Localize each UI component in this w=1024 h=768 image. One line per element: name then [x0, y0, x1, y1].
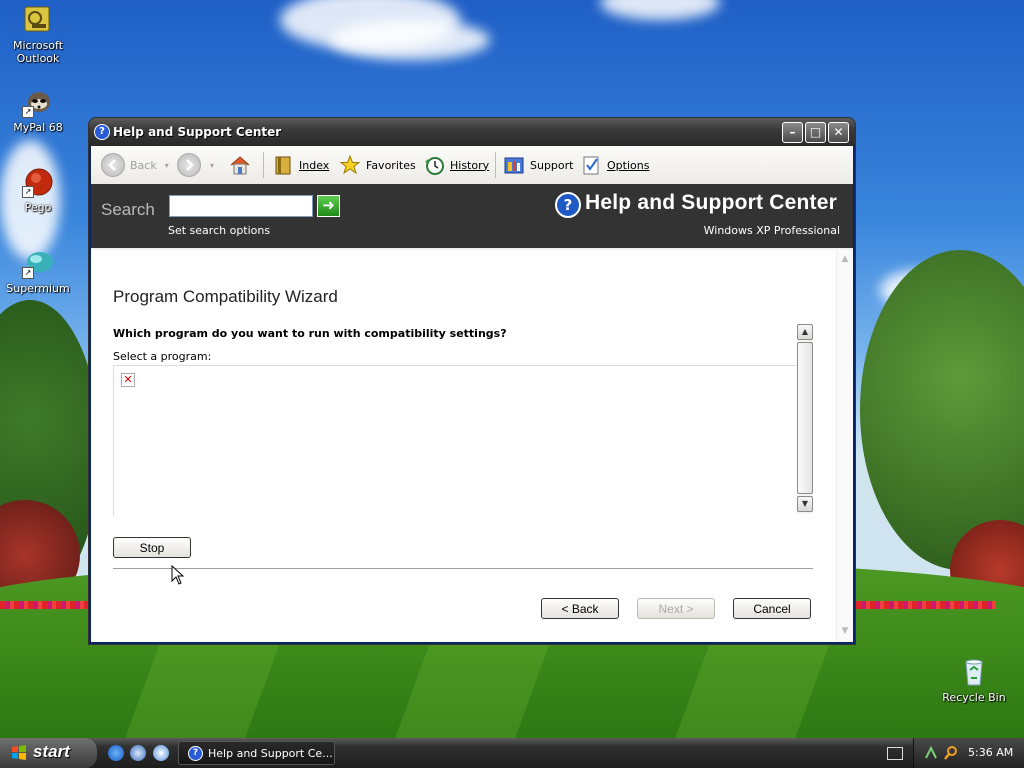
desktop-icon-label: Microsoft Outlook — [12, 39, 64, 65]
cloud — [600, 0, 720, 20]
cancel-button[interactable]: Cancel — [733, 598, 811, 619]
wizard-question: Which program do you want to run with co… — [113, 327, 507, 340]
home-button[interactable] — [229, 153, 256, 177]
start-button[interactable]: start — [0, 738, 97, 768]
help-question-icon: ? — [555, 192, 581, 218]
desktop-icon-supermium[interactable]: ↗ Supermium — [3, 247, 73, 295]
back-button[interactable]: Back ▾ — [101, 153, 169, 177]
window-title: Help and Support Center — [113, 125, 282, 139]
search-go-button[interactable]: ➜ — [317, 195, 340, 217]
media-player-icon[interactable] — [153, 745, 169, 761]
help-icon: ? — [94, 124, 110, 140]
broken-image-icon: ✕ — [121, 373, 135, 387]
cloud — [330, 20, 490, 60]
shortcut-arrow-icon: ↗ — [22, 267, 34, 279]
scroll-thumb[interactable] — [797, 342, 813, 494]
home-icon — [229, 154, 251, 176]
star-icon — [339, 154, 361, 176]
set-search-options-link[interactable]: Set search options — [168, 224, 270, 237]
forward-arrow-icon — [177, 153, 201, 177]
maximize-button[interactable]: □ — [805, 122, 826, 143]
desktop-icon-label: Supermium — [6, 282, 70, 295]
system-tray: 5:36 AM — [913, 738, 1024, 768]
close-button[interactable]: ✕ — [828, 122, 849, 143]
header-title: Help and Support Center — [585, 191, 837, 214]
header-subtitle: Windows XP Professional — [703, 224, 840, 237]
support-button[interactable]: Support — [503, 153, 573, 177]
help-and-support-window: ? Help and Support Center – □ ✕ Back ▾ ▾ — [89, 118, 855, 644]
wizard-content: Program Compatibility Wizard Which progr… — [91, 250, 853, 642]
clock: 5:36 AM — [968, 746, 1014, 759]
desktop-icon-label: MyPal 68 — [13, 121, 63, 134]
scroll-up-arrow-icon[interactable]: ▲ — [839, 254, 851, 266]
raccoon-icon: ↗ — [22, 86, 54, 118]
scroll-down-arrow-icon[interactable]: ▼ — [797, 496, 813, 512]
taskbar-button-label: Help and Support Ce... — [208, 747, 333, 760]
search-input[interactable] — [169, 195, 313, 217]
search-magnifier-icon[interactable] — [943, 745, 959, 761]
desktop-icon-mypal[interactable]: ↗ MyPal 68 — [3, 86, 73, 134]
shortcut-arrow-icon: ↗ — [22, 186, 34, 198]
history-button[interactable]: History — [423, 153, 489, 177]
taskbar-button-help[interactable]: ? Help and Support Ce... — [178, 741, 335, 765]
search-header: Search ➜ Set search options ? Help and S… — [91, 184, 853, 248]
minimize-button[interactable]: – — [782, 122, 803, 143]
back-label: Back — [130, 158, 157, 172]
history-clock-icon — [423, 154, 445, 176]
scroll-down-arrow-icon[interactable]: ▼ — [839, 626, 851, 638]
start-label: start — [33, 742, 70, 761]
options-label: Options — [607, 158, 650, 172]
options-checklist-icon — [580, 154, 602, 176]
select-program-label: Select a program: — [113, 350, 212, 363]
stop-button[interactable]: Stop — [113, 537, 191, 558]
dropdown-arrow-icon[interactable]: ▾ — [165, 161, 169, 170]
wizard-title: Program Compatibility Wizard — [113, 287, 338, 306]
index-button[interactable]: Index — [272, 153, 329, 177]
taskbar: start ? Help and Support Ce... 5:36 AM — [0, 738, 1024, 768]
help-icon: ? — [188, 746, 203, 761]
desktop-icon-outlook[interactable]: Microsoft Outlook — [3, 4, 73, 65]
internet-explorer-icon[interactable] — [108, 745, 124, 761]
flower-bed — [856, 601, 996, 609]
forward-button[interactable]: ▾ — [177, 153, 214, 177]
desktop-icon-recycle-bin[interactable]: Recycle Bin — [939, 656, 1009, 704]
pego-icon: ↗ — [22, 166, 54, 198]
search-label: Search — [101, 200, 155, 219]
book-icon — [272, 154, 294, 176]
back-wizard-button[interactable]: < Back — [541, 598, 619, 619]
recycle-bin-icon — [958, 656, 990, 688]
scroll-up-arrow-icon[interactable]: ▲ — [797, 324, 813, 340]
support-label: Support — [530, 158, 574, 172]
desktop-icon-label: Recycle Bin — [942, 691, 1006, 704]
shortcut-arrow-icon: ↗ — [22, 106, 34, 118]
window-frame: Back ▾ ▾ Index Favorites History Support… — [91, 146, 853, 642]
toolbar-separator — [495, 152, 496, 178]
dropdown-arrow-icon[interactable]: ▾ — [210, 161, 214, 170]
program-list-scrollbar[interactable]: ▲ ▼ — [797, 324, 813, 514]
favorites-label: Favorites — [366, 158, 416, 172]
network-icon[interactable] — [924, 745, 938, 760]
options-button[interactable]: Options — [580, 153, 649, 177]
outlook-icon — [22, 4, 54, 36]
supermium-icon: ↗ — [22, 247, 54, 279]
toolbar: Back ▾ ▾ Index Favorites History Support… — [91, 146, 853, 185]
desktop-icon-pego[interactable]: ↗ Pego — [3, 166, 73, 214]
back-arrow-icon — [101, 153, 125, 177]
toolbar-separator — [263, 152, 264, 178]
index-label: Index — [299, 158, 330, 172]
quick-launch-icon[interactable] — [130, 745, 146, 761]
history-label: History — [450, 158, 490, 172]
desktop-icon-label: Pego — [24, 201, 52, 214]
page-scrollbar[interactable]: ▲ ▼ — [836, 250, 853, 642]
keyboard-icon[interactable] — [887, 747, 903, 760]
windows-logo-icon — [11, 745, 27, 761]
support-icon — [503, 154, 525, 176]
divider — [113, 568, 813, 569]
flower-bed — [0, 601, 88, 609]
title-bar[interactable]: ? Help and Support Center – □ ✕ — [89, 118, 855, 146]
favorites-button[interactable]: Favorites — [339, 153, 416, 177]
program-list[interactable]: ✕ — [113, 365, 812, 516]
next-wizard-button[interactable]: Next > — [637, 598, 715, 619]
